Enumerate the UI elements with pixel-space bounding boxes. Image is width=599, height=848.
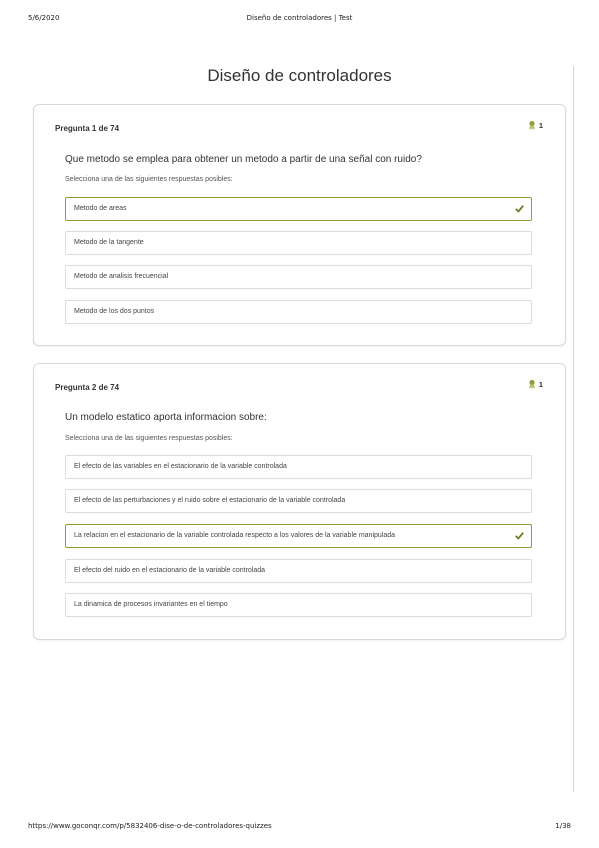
answer-option[interactable]: Metodo de la tangente — [65, 231, 532, 255]
answer-label: El efecto de las perturbaciones y el rui… — [74, 497, 346, 504]
print-page-number: 1/38 — [555, 822, 571, 830]
scrollbar-track — [573, 66, 574, 792]
check-icon — [515, 532, 524, 540]
question-instruction: Selecciona una de las siguientes respues… — [65, 435, 233, 442]
answer-label: Metodo de los dos puntos — [74, 308, 155, 315]
answer-label: Metodo de analisis frecuencial — [74, 273, 169, 280]
answer-option[interactable]: El efecto de las perturbaciones y el rui… — [65, 489, 532, 513]
print-title: Diseño de controladores | Test — [246, 14, 353, 22]
points-icon — [528, 120, 535, 130]
points-badge: 1 — [527, 379, 543, 389]
question-card-2: Pregunta 2 de 74 1 Un modelo estatico ap… — [33, 363, 566, 640]
check-icon — [515, 205, 524, 213]
points-value: 1 — [538, 120, 543, 130]
answer-option[interactable]: El efecto de las variables en el estacio… — [65, 455, 532, 479]
question-card-header: Pregunta 1 de 74 1 — [34, 105, 565, 149]
question-count: Pregunta 1 de 74 — [55, 124, 120, 133]
question-card-header: Pregunta 2 de 74 1 — [34, 364, 565, 408]
answer-label: Metodo de la tangente — [74, 239, 144, 246]
question-instruction: Selecciona una de las siguientes respues… — [65, 176, 233, 183]
points-badge: 1 — [527, 120, 543, 130]
page-title: Diseño de controladores — [207, 66, 392, 85]
question-count: Pregunta 2 de 74 — [55, 383, 120, 392]
print-url: https://www.goconqr.com/p/5832406-dise-o… — [28, 822, 272, 830]
question-text: Un modelo estatico aporta informacion so… — [65, 412, 267, 423]
answer-label: El efecto del ruido en el estacionario d… — [74, 567, 266, 574]
answer-option[interactable]: Metodo de analisis frecuencial — [65, 265, 532, 289]
answer-label: Metodo de areas — [74, 205, 127, 212]
answer-option[interactable]: La dinamica de procesos invariantes en e… — [65, 593, 532, 617]
answer-option[interactable]: La relacion en el estacionario de la var… — [65, 524, 532, 548]
answer-label: La relacion en el estacionario de la var… — [74, 532, 396, 539]
answer-option[interactable]: El efecto del ruido en el estacionario d… — [65, 559, 532, 583]
question-text: Que metodo se emplea para obtener un met… — [65, 154, 422, 165]
answer-label: La dinamica de procesos invariantes en e… — [74, 601, 228, 608]
points-value: 1 — [538, 379, 543, 389]
question-card-1: Pregunta 1 de 74 1 Que metodo se emplea … — [33, 104, 566, 346]
answer-label: El efecto de las variables en el estacio… — [74, 463, 287, 470]
points-icon — [528, 379, 535, 389]
answer-option[interactable]: Metodo de los dos puntos — [65, 300, 532, 324]
answer-option[interactable]: Metodo de areas — [65, 197, 532, 221]
